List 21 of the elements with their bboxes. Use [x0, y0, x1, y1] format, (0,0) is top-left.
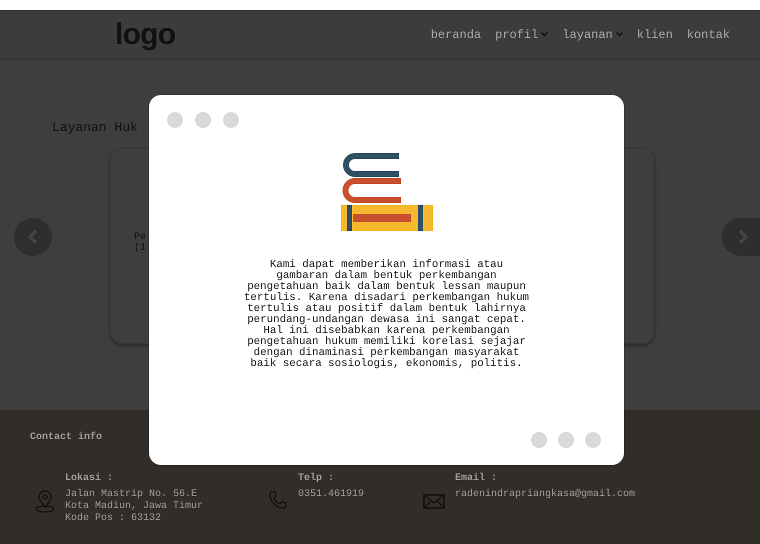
contact-label: Lokasi : — [65, 473, 114, 485]
footer-heading: Contact info — [30, 430, 102, 445]
phone-icon — [268, 490, 288, 510]
contact-text: Jalan Mastrip No. 56.E — [65, 489, 198, 500]
contact-label: Telp : — [298, 473, 336, 485]
caret-icon — [541, 32, 548, 37]
nav-link[interactable]: profil — [495, 26, 548, 44]
nav-link[interactable]: klien — [636, 26, 673, 44]
caret-icon — [616, 32, 623, 37]
nav-link[interactable]: beranda — [430, 26, 482, 44]
books-icon — [340, 152, 432, 232]
location-pin-icon — [34, 490, 56, 514]
contact-label: Email : — [455, 473, 498, 485]
contact-text: Kode Pos : 63132 — [65, 513, 162, 525]
contact-text: Kota Madiun, Jawa Timur — [65, 501, 204, 512]
contact-text: radenindrapriangkasa@gmail.com — [455, 489, 636, 501]
nav-link[interactable]: kontak — [686, 26, 730, 44]
envelope-icon — [423, 494, 445, 509]
nav-link[interactable]: layanan — [562, 26, 623, 44]
modal-paragraph: Kami dapat memberikan informasi atau gambaran dalam bentuk perkembangan pengetahuan baik dalam bentuk lessan maupun tertulis. Karena disadari perkembangan hukum tertulis atau positif dalam bentuk lahirnya perundang-undangan dewasa ini sangat cepat. Hal ini disebabkan karena perkembangan pengetahuan hukum memiliki korelasi sejajar dengan dinaminasi perkembangan masyarakat baik secara sosiologis, ekonomis, politis. — [242, 260, 530, 370]
contact-text: 0351.461919 — [298, 489, 364, 501]
